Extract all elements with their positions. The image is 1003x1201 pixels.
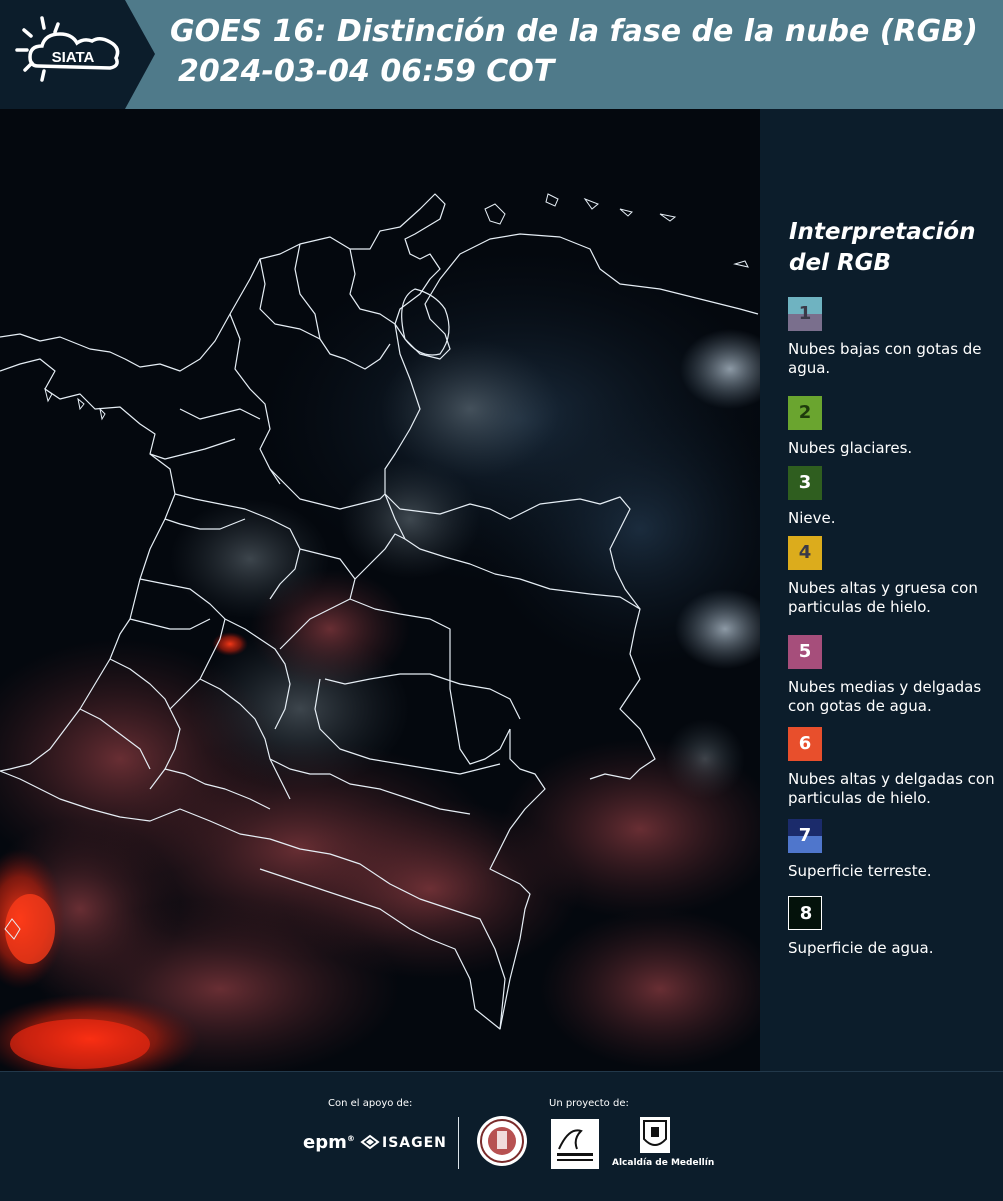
- legend-item-2: 2 Nubes glaciares.: [788, 396, 998, 458]
- legend-swatch-4: 4: [788, 536, 822, 570]
- legend-item-3: 3 Nieve.: [788, 466, 998, 528]
- footer-divider: [458, 1117, 459, 1169]
- area-metropolitana-logo: [551, 1119, 599, 1169]
- legend-number: 4: [798, 542, 812, 563]
- siata-seal-logo: [477, 1116, 527, 1166]
- legend-swatch-7: 7: [788, 819, 822, 853]
- legend-title-line1: Interpretación: [789, 219, 976, 245]
- legend-label: Superficie de agua.: [788, 939, 934, 957]
- legend-panel: Interpretación del RGB 1 Nubes bajas con …: [760, 109, 1003, 1071]
- legend-label: Nieve.: [788, 509, 836, 527]
- isagen-logo: ISAGEN: [360, 1132, 446, 1154]
- legend-label: Nubes altas y delgadas con particulas de…: [788, 770, 995, 807]
- footer-bar: Con el apoyo de: Un proyecto de: epm® IS…: [0, 1071, 1003, 1201]
- legend-title: Interpretación del RGB: [789, 217, 989, 279]
- legend-number: 5: [798, 641, 812, 662]
- legend-label: Nubes glaciares.: [788, 439, 913, 457]
- legend-swatch-6: 6: [788, 727, 822, 761]
- siata-logo-text: SIATA: [52, 49, 95, 66]
- isagen-icon: [360, 1134, 380, 1150]
- legend-item-7: 7 Superficie terreste.: [788, 819, 998, 881]
- legend-number: 1: [798, 303, 812, 324]
- siata-logo: SIATA: [0, 0, 155, 109]
- alcaldia-shield-icon: [640, 1117, 670, 1153]
- legend-number: 7: [798, 825, 812, 846]
- legend-number: 2: [798, 402, 812, 423]
- project-label: Un proyecto de:: [549, 1098, 629, 1109]
- legend-item-5: 5 Nubes medias y delgadas con gotas de ag…: [788, 635, 998, 716]
- legend-title-line2: del RGB: [789, 250, 892, 276]
- legend-label: Nubes altas y gruesa con particulas de h…: [788, 579, 978, 616]
- support-label: Con el apoyo de:: [328, 1098, 413, 1109]
- legend-label: Nubes bajas con gotas de agua.: [788, 340, 982, 377]
- legend-number: 3: [798, 472, 812, 493]
- isagen-logo-text: ISAGEN: [382, 1135, 447, 1151]
- satellite-map: [0, 109, 761, 1071]
- legend-swatch-1: 1: [788, 297, 822, 331]
- legend-swatch-5: 5: [788, 635, 822, 669]
- page-timestamp: 2024-03-04 06:59 COT: [178, 54, 555, 89]
- legend-label: Superficie terreste.: [788, 862, 932, 880]
- legend-item-6: 6 Nubes altas y delgadas con particulas d…: [788, 727, 998, 808]
- legend-number: 8: [799, 903, 813, 924]
- page-title: GOES 16: Distinción de la fase de la nub…: [170, 14, 978, 49]
- legend-item-1: 1 Nubes bajas con gotas de agua.: [788, 297, 998, 378]
- legend-item-4: 4 Nubes altas y gruesa con particulas de …: [788, 536, 998, 617]
- alcaldia-label: Alcaldía de Medellín: [612, 1158, 715, 1168]
- legend-item-8: 8 Superficie de agua.: [788, 896, 998, 958]
- epm-logo-text: epm: [303, 1132, 347, 1153]
- legend-number: 6: [798, 733, 812, 754]
- legend-swatch-2: 2: [788, 396, 822, 430]
- epm-logo: epm®: [303, 1132, 355, 1153]
- legend-label: Nubes medias y delgadas con gotas de agu…: [788, 678, 982, 715]
- legend-swatch-3: 3: [788, 466, 822, 500]
- header-bar: SIATA GOES 16: Distinción de la fase de …: [0, 0, 1003, 109]
- legend-swatch-8: 8: [788, 896, 822, 930]
